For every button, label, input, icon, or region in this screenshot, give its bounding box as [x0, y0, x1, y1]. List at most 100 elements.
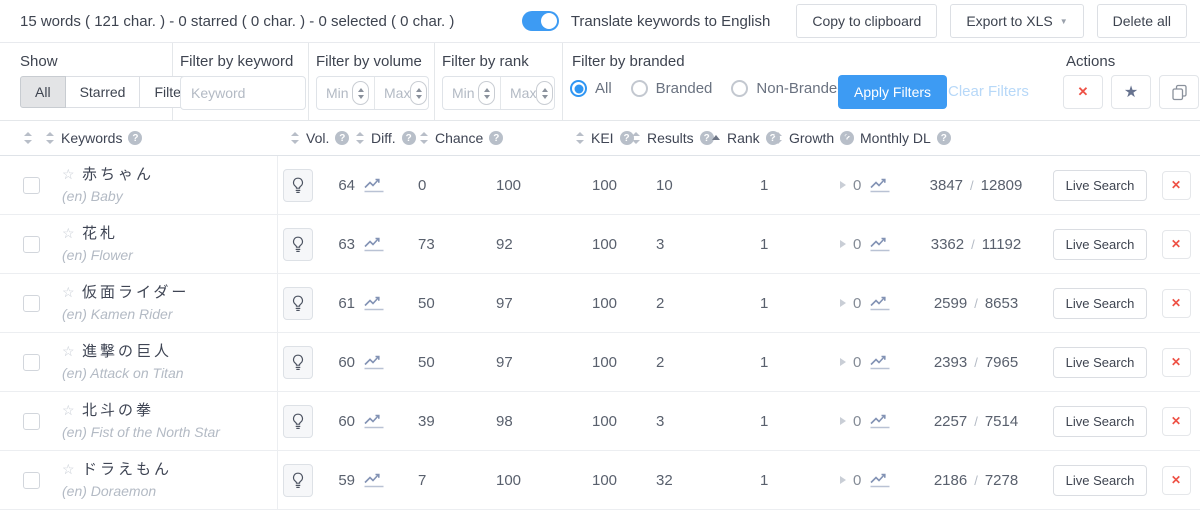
- keyword-text: 花札: [82, 225, 118, 243]
- row-checkbox[interactable]: [23, 413, 40, 430]
- copy-to-clipboard-button[interactable]: Copy to clipboard: [796, 4, 937, 38]
- export-to-xls-button[interactable]: Export to XLS ▼: [950, 4, 1083, 38]
- volume-history-chart-icon[interactable]: [363, 413, 385, 429]
- monthly-dl-separator: /: [974, 473, 978, 488]
- live-search-button[interactable]: Live Search: [1053, 288, 1148, 319]
- suggest-keywords-button[interactable]: [283, 405, 313, 438]
- volume-max-input[interactable]: [384, 85, 410, 101]
- rank-filter-label: Filter by rank: [442, 53, 529, 70]
- live-search-button[interactable]: Live Search: [1053, 229, 1148, 260]
- rank-history-chart-icon[interactable]: [869, 295, 891, 311]
- branded-option-non-branded[interactable]: Non-Branded: [731, 80, 845, 97]
- live-search-button[interactable]: Live Search: [1053, 465, 1148, 496]
- branded-option-all[interactable]: All: [570, 80, 612, 97]
- apply-filters-button[interactable]: Apply Filters: [838, 75, 947, 109]
- volume-value: 60: [313, 413, 355, 430]
- volume-history-chart-icon[interactable]: [363, 354, 385, 370]
- keyword-text: ドラえもん: [82, 461, 172, 479]
- clear-filters-link[interactable]: Clear Filters: [948, 83, 1029, 100]
- live-search-button[interactable]: Live Search: [1053, 406, 1148, 437]
- column-header-chance[interactable]: Chance: [420, 130, 503, 146]
- column-header-monthly-dl[interactable]: Monthly DL: [845, 130, 951, 146]
- column-header-vol[interactable]: Vol.: [291, 130, 349, 146]
- delete-row-button[interactable]: ✕: [1162, 289, 1191, 318]
- help-icon[interactable]: [402, 131, 416, 145]
- suggest-keywords-button[interactable]: [283, 228, 313, 261]
- sort-checkbox-column[interactable]: [24, 132, 33, 144]
- help-icon[interactable]: [335, 131, 349, 145]
- delete-row-button[interactable]: ✕: [1162, 407, 1191, 436]
- keyword-filter-input[interactable]: [180, 76, 306, 110]
- rank-history-chart-icon[interactable]: [869, 413, 891, 429]
- delete-row-button[interactable]: ✕: [1162, 230, 1191, 259]
- volume-history-chart-icon[interactable]: [363, 236, 385, 252]
- rank-max-input[interactable]: [510, 85, 536, 101]
- rank-min-input[interactable]: [452, 85, 478, 101]
- row-checkbox[interactable]: [23, 177, 40, 194]
- help-icon[interactable]: [489, 131, 503, 145]
- column-label: Vol.: [306, 130, 329, 146]
- suggest-keywords-button[interactable]: [283, 169, 313, 202]
- lightbulb-icon: [292, 354, 304, 371]
- stepper-icon[interactable]: [478, 81, 495, 105]
- column-label: Diff.: [371, 130, 396, 146]
- rank-history-chart-icon[interactable]: [869, 177, 891, 193]
- show-filter-label: Show: [20, 53, 58, 70]
- show-starred-button[interactable]: Starred: [66, 76, 141, 108]
- live-search-button[interactable]: Live Search: [1053, 347, 1148, 378]
- rank-value: 1: [760, 295, 768, 312]
- show-all-button[interactable]: All: [20, 76, 66, 108]
- column-header-diff[interactable]: Diff.: [356, 130, 416, 146]
- star-selected-button[interactable]: ★: [1111, 75, 1151, 109]
- help-icon[interactable]: [937, 131, 951, 145]
- delete-row-button[interactable]: ✕: [1162, 348, 1191, 377]
- star-outline-icon[interactable]: ☆: [62, 166, 82, 183]
- lightbulb-icon: [292, 177, 304, 194]
- star-outline-icon[interactable]: ☆: [62, 402, 82, 419]
- live-search-button[interactable]: Live Search: [1053, 170, 1148, 201]
- branded-option-branded[interactable]: Branded: [631, 80, 713, 97]
- help-icon[interactable]: [128, 131, 142, 145]
- suggest-keywords-button[interactable]: [283, 287, 313, 320]
- rank-history-chart-icon[interactable]: [869, 472, 891, 488]
- translate-toggle[interactable]: [522, 11, 559, 31]
- row-checkbox[interactable]: [23, 236, 40, 253]
- volume-history-chart-icon[interactable]: [363, 472, 385, 488]
- monthly-dl-separator: /: [974, 296, 978, 311]
- rank-history-chart-icon[interactable]: [869, 236, 891, 252]
- star-outline-icon[interactable]: ☆: [62, 225, 82, 242]
- star-outline-icon[interactable]: ☆: [62, 343, 82, 360]
- copy-selected-button[interactable]: [1159, 75, 1199, 109]
- column-header-rank[interactable]: Rank: [712, 130, 780, 146]
- suggest-keywords-button[interactable]: [283, 346, 313, 379]
- delete-row-button[interactable]: ✕: [1162, 466, 1191, 495]
- lightbulb-icon: [292, 295, 304, 312]
- monthly-dl-value: 2186: [934, 472, 967, 489]
- volume-min-input[interactable]: [326, 85, 352, 101]
- suggest-keywords-button[interactable]: [283, 464, 313, 497]
- remove-selected-button[interactable]: ✕: [1063, 75, 1103, 109]
- column-header-growth[interactable]: Growth: [774, 130, 854, 146]
- row-checkbox[interactable]: [23, 354, 40, 371]
- column-header-results[interactable]: Results: [632, 130, 714, 146]
- stepper-icon[interactable]: [352, 81, 369, 105]
- column-header-kei[interactable]: KEI: [576, 130, 634, 146]
- volume-history-chart-icon[interactable]: [363, 295, 385, 311]
- monthly-dl-value: 3362: [931, 236, 964, 253]
- row-checkbox[interactable]: [23, 295, 40, 312]
- growth-value: 0: [853, 236, 861, 253]
- lightbulb-icon: [292, 472, 304, 489]
- delete-row-button[interactable]: ✕: [1162, 171, 1191, 200]
- rank-history-chart-icon[interactable]: [869, 354, 891, 370]
- delete-all-button[interactable]: Delete all: [1097, 4, 1187, 38]
- stepper-icon[interactable]: [410, 81, 427, 105]
- star-outline-icon[interactable]: ☆: [62, 284, 82, 301]
- row-checkbox[interactable]: [23, 472, 40, 489]
- star-outline-icon[interactable]: ☆: [62, 461, 82, 478]
- stepper-icon[interactable]: [536, 81, 553, 105]
- column-header-keywords[interactable]: Keywords: [46, 130, 142, 146]
- table-row: ☆ 花札 (en) Flower 63: [0, 215, 1200, 274]
- volume-history-chart-icon[interactable]: [363, 177, 385, 193]
- monthly-dl-total: 7514: [985, 413, 1018, 430]
- results-value: 2: [656, 354, 664, 371]
